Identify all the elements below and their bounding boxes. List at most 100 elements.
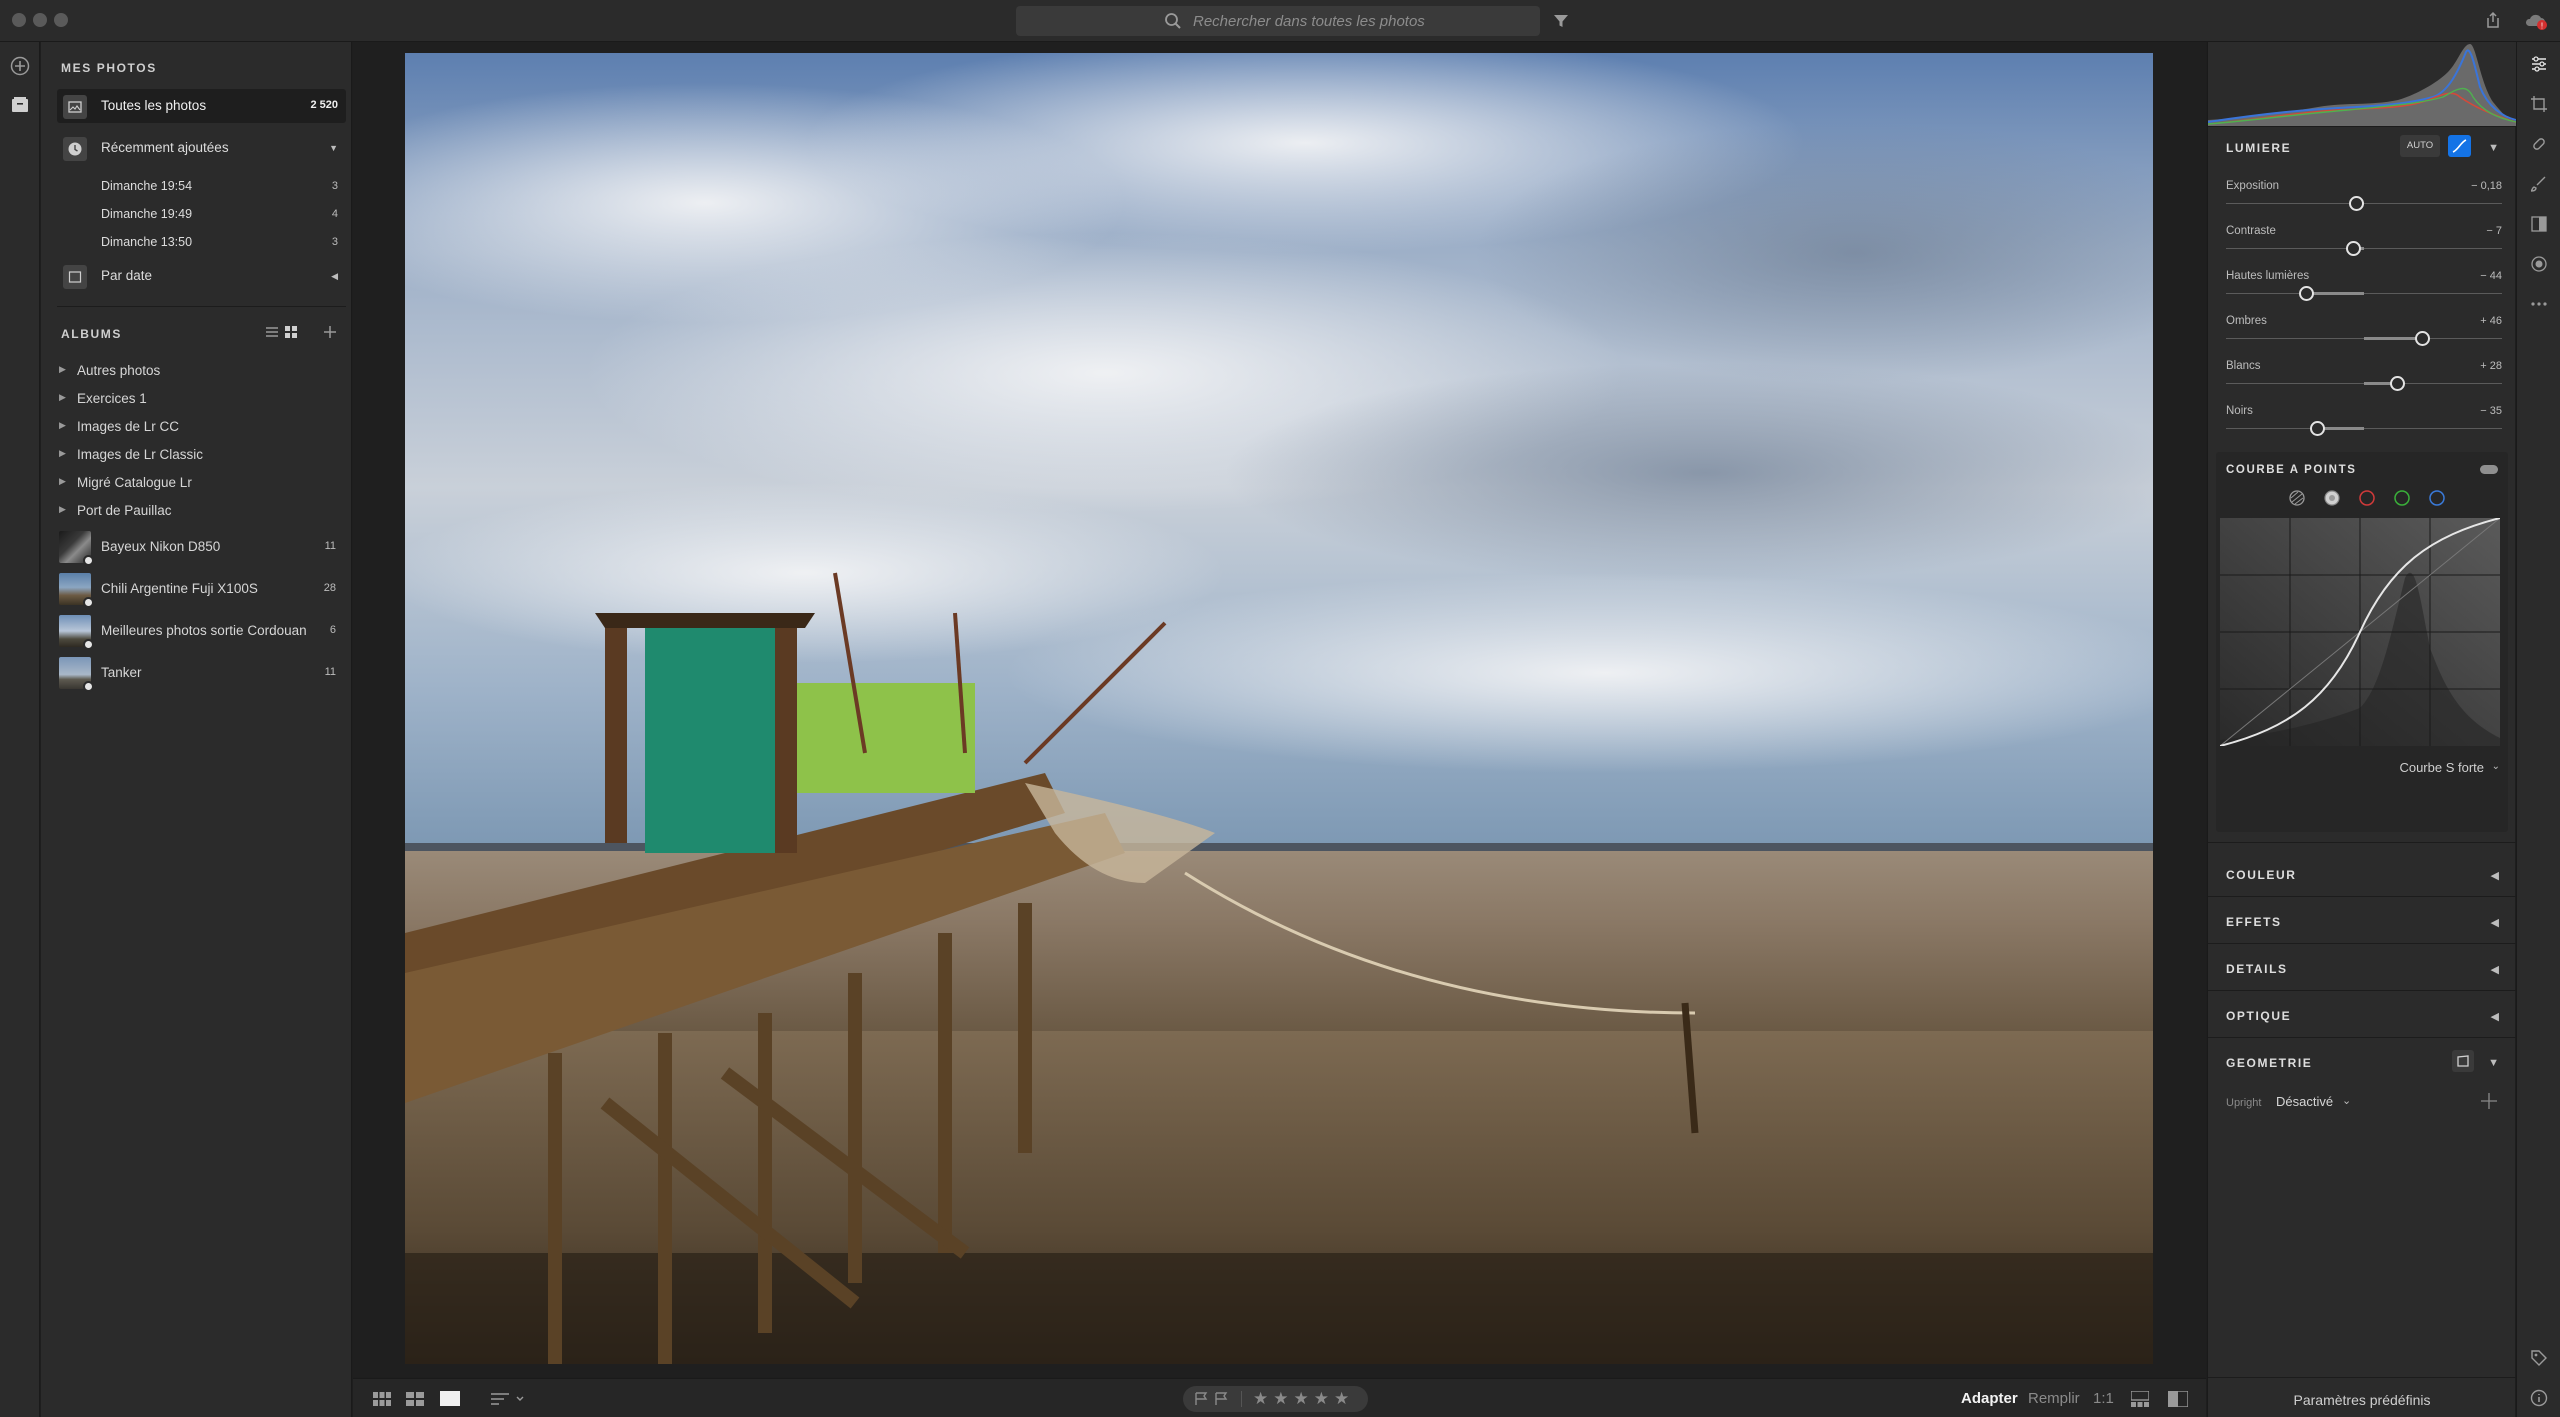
library-icon[interactable] bbox=[10, 96, 30, 114]
color-section-title[interactable]: COULEUR bbox=[2226, 868, 2297, 882]
cloud-sync-icon[interactable]: ! bbox=[2524, 10, 2548, 32]
slider-handle[interactable] bbox=[2390, 376, 2406, 391]
slider-blancs[interactable]: Blancs + 28 bbox=[2208, 360, 2516, 400]
slider-value[interactable]: − 0,18 bbox=[2471, 180, 2502, 192]
crop-icon[interactable] bbox=[2530, 95, 2548, 113]
healing-brush-icon[interactable] bbox=[2530, 135, 2548, 153]
slider-value[interactable]: + 28 bbox=[2480, 360, 2502, 372]
brush-icon[interactable] bbox=[2530, 175, 2548, 193]
slider-contraste[interactable]: Contraste − 7 bbox=[2208, 225, 2516, 265]
filmstrip-icon[interactable] bbox=[2131, 1391, 2149, 1407]
expand-triangle-icon[interactable]: ▶ bbox=[59, 420, 66, 431]
chevron-left-icon[interactable]: ◀ bbox=[2491, 869, 2499, 882]
expand-triangle-icon[interactable]: ▶ bbox=[59, 392, 66, 403]
presets-button[interactable]: Paramètres prédéfinis bbox=[2208, 1392, 2516, 1408]
window-close-button[interactable] bbox=[12, 13, 26, 27]
slider-track[interactable] bbox=[2226, 376, 2502, 391]
add-photos-icon[interactable] bbox=[10, 56, 30, 76]
effects-section-title[interactable]: EFFETS bbox=[2226, 915, 2282, 929]
chevron-down-icon[interactable]: ⌄ bbox=[2492, 761, 2500, 772]
chevron-down-icon[interactable]: ⌄ bbox=[2342, 1094, 2351, 1107]
more-icon[interactable] bbox=[2530, 295, 2548, 313]
guided-upright-button[interactable] bbox=[2452, 1050, 2474, 1072]
album-item[interactable]: Chili Argentine Fuji X100S 28 bbox=[41, 568, 346, 610]
photo-viewer[interactable] bbox=[353, 42, 2206, 1377]
linear-gradient-icon[interactable] bbox=[2530, 215, 2548, 233]
compare-icon[interactable] bbox=[2168, 1391, 2188, 1407]
slider-track[interactable] bbox=[2226, 331, 2502, 346]
curve-preset-dropdown[interactable]: Courbe S forte bbox=[2399, 760, 2484, 775]
album-item[interactable]: Tanker 11 bbox=[41, 652, 346, 694]
expand-triangle-icon[interactable]: ▶ bbox=[59, 476, 66, 487]
chevron-left-icon[interactable]: ◀ bbox=[2491, 963, 2499, 976]
slider-handle[interactable] bbox=[2414, 331, 2430, 346]
radial-gradient-icon[interactable] bbox=[2530, 255, 2548, 273]
album-item[interactable]: Meilleures photos sortie Cordouan 6 bbox=[41, 610, 346, 652]
zoom-fit-button[interactable]: Adapter bbox=[1961, 1390, 2018, 1407]
chevron-down-icon[interactable]: ▼ bbox=[329, 143, 338, 153]
flag-icons[interactable] bbox=[1195, 1392, 1233, 1406]
sidebar-item-recent-3[interactable]: Dimanche 13:50 3 bbox=[41, 229, 346, 257]
chevron-left-icon[interactable]: ◀ bbox=[2491, 1010, 2499, 1023]
sidebar-item-all-photos[interactable]: Toutes les photos 2 520 bbox=[57, 89, 346, 123]
filter-icon[interactable] bbox=[1553, 13, 1569, 29]
tone-curve-graph[interactable] bbox=[2220, 518, 2500, 746]
sidebar-item-recent-1[interactable]: Dimanche 19:54 3 bbox=[41, 173, 346, 201]
slider-handle[interactable] bbox=[2345, 241, 2361, 256]
grid-view-icon[interactable] bbox=[284, 325, 298, 339]
folder-item[interactable]: ▶ Images de Lr CC bbox=[41, 413, 346, 441]
chevron-down-icon[interactable]: ▼ bbox=[2488, 142, 2499, 154]
slider-track[interactable] bbox=[2226, 286, 2502, 301]
slider-track[interactable] bbox=[2226, 241, 2502, 256]
album-item[interactable]: Bayeux Nikon D850 11 bbox=[41, 526, 346, 568]
folder-item[interactable]: ▶ Autres photos bbox=[41, 357, 346, 385]
slider-value[interactable]: − 35 bbox=[2480, 405, 2502, 417]
light-section-title[interactable]: LUMIERE bbox=[2226, 141, 2291, 155]
main-photo[interactable] bbox=[405, 53, 2153, 1364]
share-icon[interactable] bbox=[2484, 11, 2502, 29]
detail-view-icon[interactable] bbox=[440, 1391, 460, 1406]
expand-triangle-icon[interactable]: ▶ bbox=[59, 448, 66, 459]
window-minimize-button[interactable] bbox=[33, 13, 47, 27]
slider-value[interactable]: − 44 bbox=[2480, 270, 2502, 282]
folder-item[interactable]: ▶ Port de Pauillac bbox=[41, 497, 346, 525]
slider-track[interactable] bbox=[2226, 196, 2502, 211]
crosshair-icon[interactable] bbox=[2480, 1092, 2498, 1110]
tone-curve-toggle-button[interactable] bbox=[2448, 135, 2471, 157]
list-view-icon[interactable] bbox=[265, 325, 279, 339]
chevron-left-icon[interactable]: ◀ bbox=[2491, 916, 2499, 929]
search-field[interactable]: Rechercher dans toutes les photos bbox=[1016, 6, 1540, 36]
star-rating[interactable]: ★★★★★ bbox=[1253, 1389, 1354, 1409]
slider-handle[interactable] bbox=[2299, 286, 2315, 301]
tone-curve-visibility-toggle[interactable] bbox=[2480, 465, 2498, 474]
expand-triangle-icon[interactable]: ▶ bbox=[59, 364, 66, 375]
edit-sliders-icon[interactable] bbox=[2530, 55, 2548, 73]
sidebar-item-by-date[interactable]: Par date ◀ bbox=[57, 259, 346, 293]
add-album-icon[interactable] bbox=[323, 325, 337, 339]
slider-ombres[interactable]: Ombres + 46 bbox=[2208, 315, 2516, 355]
chevron-down-icon[interactable]: ▼ bbox=[2488, 1057, 2499, 1069]
slider-handle[interactable] bbox=[2310, 421, 2326, 436]
sidebar-item-recently-added[interactable]: Récemment ajoutées ▼ bbox=[57, 131, 346, 165]
auto-button[interactable]: AUTO bbox=[2400, 135, 2440, 157]
slider-noirs[interactable]: Noirs − 35 bbox=[2208, 405, 2516, 445]
folder-item[interactable]: ▶ Migré Catalogue Lr bbox=[41, 469, 346, 497]
slider-value[interactable]: − 7 bbox=[2486, 225, 2502, 237]
photo-grid-icon[interactable] bbox=[406, 1392, 424, 1406]
zoom-fill-button[interactable]: Remplir bbox=[2028, 1390, 2080, 1407]
geometry-section-title[interactable]: GEOMETRIE bbox=[2226, 1056, 2312, 1070]
square-grid-icon[interactable] bbox=[373, 1392, 391, 1406]
folder-item[interactable]: ▶ Images de Lr Classic bbox=[41, 441, 346, 469]
optics-section-title[interactable]: OPTIQUE bbox=[2226, 1009, 2291, 1023]
slider-track[interactable] bbox=[2226, 421, 2502, 436]
upright-dropdown[interactable]: Désactivé bbox=[2276, 1094, 2333, 1109]
slider-handle[interactable] bbox=[2348, 196, 2364, 211]
slider-hautes-lumières[interactable]: Hautes lumières − 44 bbox=[2208, 270, 2516, 310]
tag-icon[interactable] bbox=[2530, 1349, 2548, 1367]
expand-triangle-icon[interactable]: ▶ bbox=[59, 504, 66, 515]
slider-value[interactable]: + 46 bbox=[2480, 315, 2502, 327]
window-zoom-button[interactable] bbox=[54, 13, 68, 27]
info-icon[interactable] bbox=[2530, 1389, 2548, 1407]
zoom-1to1-button[interactable]: 1:1 bbox=[2093, 1390, 2114, 1407]
slider-exposition[interactable]: Exposition − 0,18 bbox=[2208, 180, 2516, 220]
